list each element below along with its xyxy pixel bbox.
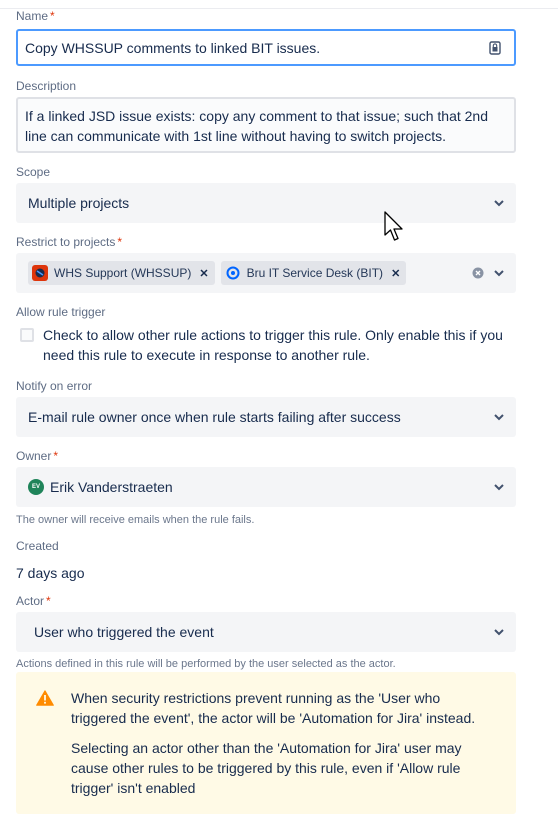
- scope-value: Multiple projects: [28, 195, 130, 211]
- description-label: Description: [16, 79, 77, 93]
- scope-label: Scope: [16, 165, 51, 179]
- projects-multiselect[interactable]: WHS Support (WHSSUP) ✕ Bru IT Service De…: [16, 253, 516, 293]
- warning-text-2: Selecting an actor other than the 'Autom…: [71, 740, 462, 796]
- remove-chip-icon[interactable]: ✕: [391, 267, 400, 280]
- owner-label: Owner *: [16, 449, 59, 463]
- password-manager-icon[interactable]: [488, 40, 502, 55]
- project-chip-bit: Bru IT Service Desk (BIT) ✕: [220, 261, 407, 285]
- actor-value: User who triggered the event: [34, 624, 214, 640]
- actor-select[interactable]: User who triggered the event: [16, 612, 516, 652]
- name-input[interactable]: Copy WHSSUP comments to linked BIT issue…: [16, 29, 516, 66]
- description-value: If a linked JSD issue exists: copy any c…: [25, 108, 489, 144]
- allow-trigger-text: Check to allow other rule actions to tri…: [43, 327, 503, 363]
- owner-value: Erik Vanderstraeten: [50, 479, 173, 495]
- chevron-down-icon: [494, 270, 504, 277]
- project-chip-label: WHS Support (WHSSUP): [54, 266, 192, 280]
- allow-trigger-checkbox[interactable]: [20, 328, 34, 342]
- project-chip-label: Bru IT Service Desk (BIT): [246, 266, 384, 280]
- allow-trigger-label: Allow rule trigger: [16, 305, 106, 319]
- created-label: Created: [16, 539, 59, 553]
- clear-all-icon[interactable]: [472, 267, 484, 279]
- project-chip-whssup: WHS Support (WHSSUP) ✕: [28, 261, 215, 285]
- bit-project-icon: [225, 265, 241, 281]
- actor-help-text: Actions defined in this rule will be per…: [16, 658, 396, 670]
- description-textarea[interactable]: If a linked JSD issue exists: copy any c…: [16, 97, 516, 153]
- chevron-down-icon: [494, 484, 504, 491]
- owner-select[interactable]: EV Erik Vanderstraeten: [16, 467, 516, 507]
- chevron-down-icon: [494, 629, 504, 636]
- allow-trigger-row[interactable]: Check to allow other rule actions to tri…: [20, 325, 520, 365]
- notify-value: E-mail rule owner once when rule starts …: [28, 409, 401, 425]
- whs-project-icon: [32, 265, 48, 281]
- avatar: EV: [28, 479, 44, 495]
- created-value: 7 days ago: [16, 565, 85, 581]
- warning-text-1: When security restrictions prevent runni…: [71, 690, 476, 726]
- chevron-down-icon: [494, 414, 504, 421]
- actor-warning-panel: When security restrictions prevent runni…: [16, 672, 516, 814]
- chevron-down-icon: [494, 200, 504, 207]
- scope-select[interactable]: Multiple projects: [16, 183, 516, 223]
- projects-label: Restrict to projects *: [16, 235, 123, 249]
- warning-icon: [36, 690, 54, 706]
- name-label: Name *: [16, 9, 55, 23]
- actor-label: Actor *: [16, 594, 51, 608]
- owner-help-text: The owner will receive emails when the r…: [16, 514, 255, 526]
- top-divider: [0, 0, 558, 9]
- remove-chip-icon[interactable]: ✕: [199, 267, 208, 280]
- notify-label: Notify on error: [16, 379, 93, 393]
- notify-select[interactable]: E-mail rule owner once when rule starts …: [16, 397, 516, 437]
- mouse-cursor-icon: [384, 211, 403, 241]
- name-input-value: Copy WHSSUP comments to linked BIT issue…: [25, 39, 321, 56]
